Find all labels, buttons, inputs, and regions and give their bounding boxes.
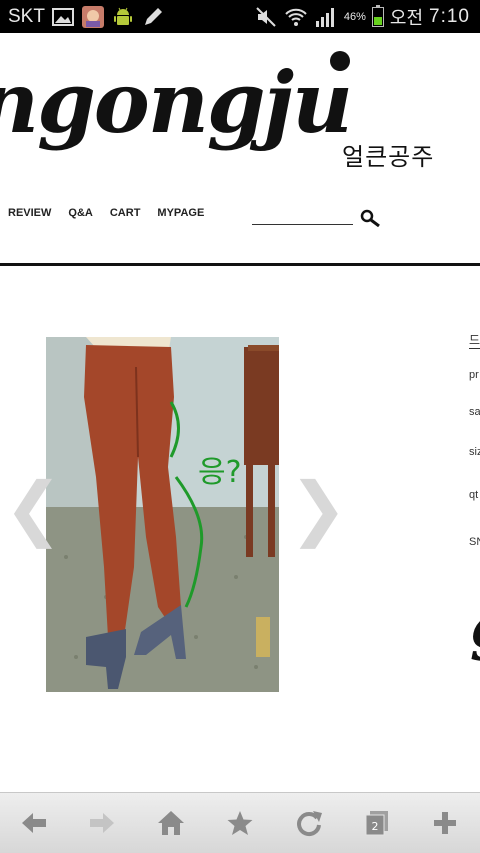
photo-annotation: 응? <box>198 455 242 490</box>
forward-button[interactable] <box>88 809 116 837</box>
time-ampm: 오전 <box>389 8 424 28</box>
nav-mypage[interactable]: MYPAGE <box>157 207 204 219</box>
product-info-price: pr <box>469 369 479 381</box>
refresh-icon <box>297 811 322 837</box>
web-page: ngongju 얼큰공주 REVIEW Q&A CART MYPAGE 응? ❮… <box>0 33 480 792</box>
product-photo[interactable]: 응? <box>46 337 279 692</box>
tabs-button[interactable]: 2 <box>363 809 391 837</box>
battery-percent: 46% <box>343 11 366 23</box>
product-info-size: siz <box>469 446 480 458</box>
main-nav: REVIEW Q&A CART MYPAGE <box>8 207 204 219</box>
bookmark-button[interactable] <box>226 809 254 837</box>
logo-subtitle: 얼큰공주 <box>342 143 435 171</box>
clock: 7:10 <box>429 6 470 27</box>
gallery-icon <box>51 8 74 26</box>
product-info-title: 드 <box>469 333 480 349</box>
search-underline <box>252 224 353 225</box>
nav-qna[interactable]: Q&A <box>68 207 92 219</box>
signal-icon <box>315 8 334 27</box>
product-info-sale: sa <box>469 406 480 418</box>
home-icon <box>158 811 184 835</box>
status-right: 46% 오전 7:10 <box>254 5 470 29</box>
product-photo-illustration: 응? <box>46 337 279 692</box>
mute-icon <box>256 7 276 27</box>
carrier-label: SKT <box>8 6 45 27</box>
back-icon <box>22 813 46 833</box>
add-icon <box>434 812 456 834</box>
android-icon <box>113 7 132 25</box>
bookmark-star-icon <box>227 811 253 835</box>
partial-logo-glyph: g <box>470 588 480 663</box>
product-info-sns: SN <box>469 536 480 548</box>
product-info-qty: qt <box>469 489 479 501</box>
battery-icon <box>371 5 384 27</box>
nav-review[interactable]: REVIEW <box>8 207 51 219</box>
pencil-icon <box>144 8 162 25</box>
next-image-arrow[interactable]: ❯ <box>289 473 348 543</box>
wifi-icon <box>285 8 307 26</box>
prev-image-arrow[interactable]: ❮ <box>4 473 63 543</box>
site-logo[interactable]: ngongju <box>0 61 353 145</box>
app-thumbnail-icon <box>81 6 104 28</box>
search-icon[interactable] <box>360 209 382 227</box>
back-button[interactable] <box>20 809 48 837</box>
tabs-icon: 2 <box>365 811 388 836</box>
forward-icon <box>90 813 114 833</box>
nav-cart[interactable]: CART <box>110 207 141 219</box>
tabs-count: 2 <box>372 820 379 833</box>
new-tab-button[interactable] <box>431 809 459 837</box>
header-divider <box>0 263 480 266</box>
logo-dot <box>330 51 350 71</box>
status-bar: SKT 46% 오전 7:10 <box>0 0 480 33</box>
browser-toolbar: 2 <box>0 792 480 853</box>
status-left: SKT <box>8 5 165 29</box>
home-button[interactable] <box>157 809 185 837</box>
refresh-button[interactable] <box>295 809 323 837</box>
